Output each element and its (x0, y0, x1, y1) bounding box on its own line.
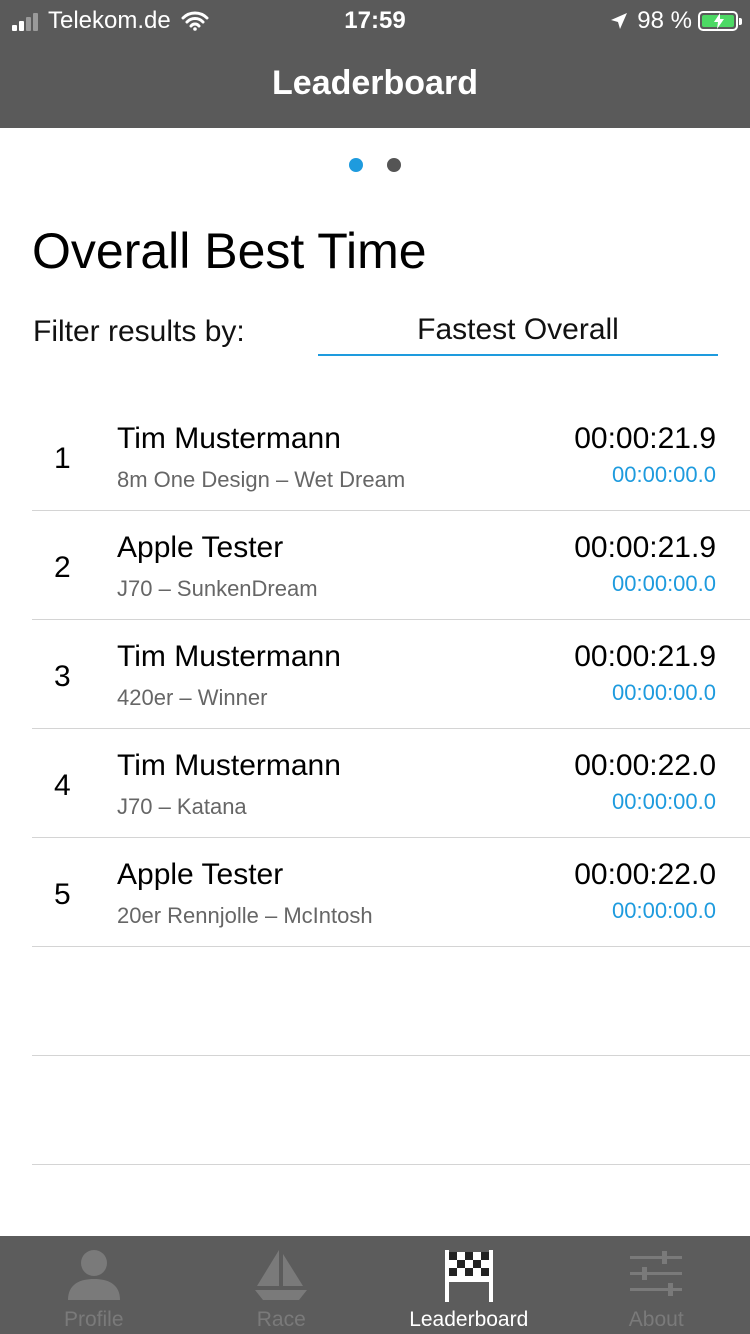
row-rank: 3 (54, 660, 71, 693)
tab-label: Profile (63, 1308, 124, 1331)
leaderboard-row[interactable]: 3 Tim Mustermann 420er – Winner 00:00:21… (32, 620, 750, 729)
leaderboard-row[interactable]: 4 Tim Mustermann J70 – Katana 00:00:22.0… (32, 729, 750, 838)
tab-bar: Profile Race Leaderboard About (0, 1236, 750, 1334)
row-boat: 420er – Winner (117, 685, 268, 710)
filter-label: Filter results by: (33, 315, 245, 348)
row-delta: 00:00:00.0 (612, 680, 716, 705)
tab-label: Race (256, 1308, 306, 1331)
row-delta: 00:00:00.0 (612, 462, 716, 487)
page-indicator[interactable] (0, 158, 750, 172)
top-bar: Telekom.de 17:59 98 % Leaderboard (0, 0, 750, 128)
battery-percent: 98 % (637, 7, 692, 34)
row-name: Tim Mustermann (117, 422, 341, 455)
row-rank: 2 (54, 551, 71, 584)
row-delta: 00:00:00.0 (612, 571, 716, 596)
row-delta: 00:00:00.0 (612, 898, 716, 923)
checkered-flag-icon (444, 1250, 493, 1302)
tab-race[interactable]: Race (188, 1236, 376, 1334)
page-heading: Overall Best Time (32, 223, 427, 279)
row-rank: 1 (54, 442, 71, 475)
row-time: 00:00:22.0 (574, 858, 716, 891)
leaderboard-list: 1 Tim Mustermann 8m One Design – Wet Dre… (32, 402, 750, 1165)
filter-dropdown[interactable]: Fastest Overall (318, 308, 718, 356)
tab-label: Leaderboard (409, 1308, 529, 1331)
tab-leaderboard[interactable]: Leaderboard (375, 1236, 563, 1334)
sailboat-icon (255, 1250, 308, 1300)
tab-profile[interactable]: Profile (0, 1236, 188, 1334)
nav-title: Leaderboard (272, 64, 478, 102)
leaderboard-row[interactable]: 2 Apple Tester J70 – SunkenDream 00:00:2… (32, 511, 750, 620)
tab-about[interactable]: About (563, 1236, 750, 1334)
row-name: Tim Mustermann (117, 640, 341, 673)
row-boat: 8m One Design – Wet Dream (117, 467, 406, 492)
row-time: 00:00:21.9 (574, 640, 716, 673)
tab-label: About (628, 1308, 684, 1331)
status-right: 98 % (609, 7, 742, 35)
status-bar: Telekom.de 17:59 98 % (0, 0, 750, 40)
row-rank: 5 (54, 878, 71, 911)
row-name: Apple Tester (117, 858, 284, 891)
row-time: 00:00:21.9 (574, 422, 716, 455)
profile-icon (67, 1250, 120, 1300)
row-delta: 00:00:00.0 (612, 789, 716, 814)
empty-row (32, 947, 750, 1056)
empty-row (32, 1056, 750, 1165)
row-boat: 20er Rennjolle – McIntosh (117, 903, 373, 928)
row-boat: J70 – SunkenDream (117, 576, 318, 601)
battery-icon (698, 11, 742, 31)
row-boat: J70 – Katana (117, 794, 247, 819)
row-rank: 4 (54, 769, 71, 802)
row-time: 00:00:22.0 (574, 749, 716, 782)
location-arrow-icon (611, 13, 628, 29)
page-dot-1[interactable] (349, 158, 363, 172)
page-dot-2[interactable] (387, 158, 401, 172)
leaderboard-row[interactable]: 5 Apple Tester 20er Rennjolle – McIntosh… (32, 838, 750, 947)
leaderboard-row[interactable]: 1 Tim Mustermann 8m One Design – Wet Dre… (32, 402, 750, 511)
row-name: Apple Tester (117, 531, 284, 564)
row-name: Tim Mustermann (117, 749, 341, 782)
sliders-icon (630, 1251, 683, 1296)
row-time: 00:00:21.9 (574, 531, 716, 564)
